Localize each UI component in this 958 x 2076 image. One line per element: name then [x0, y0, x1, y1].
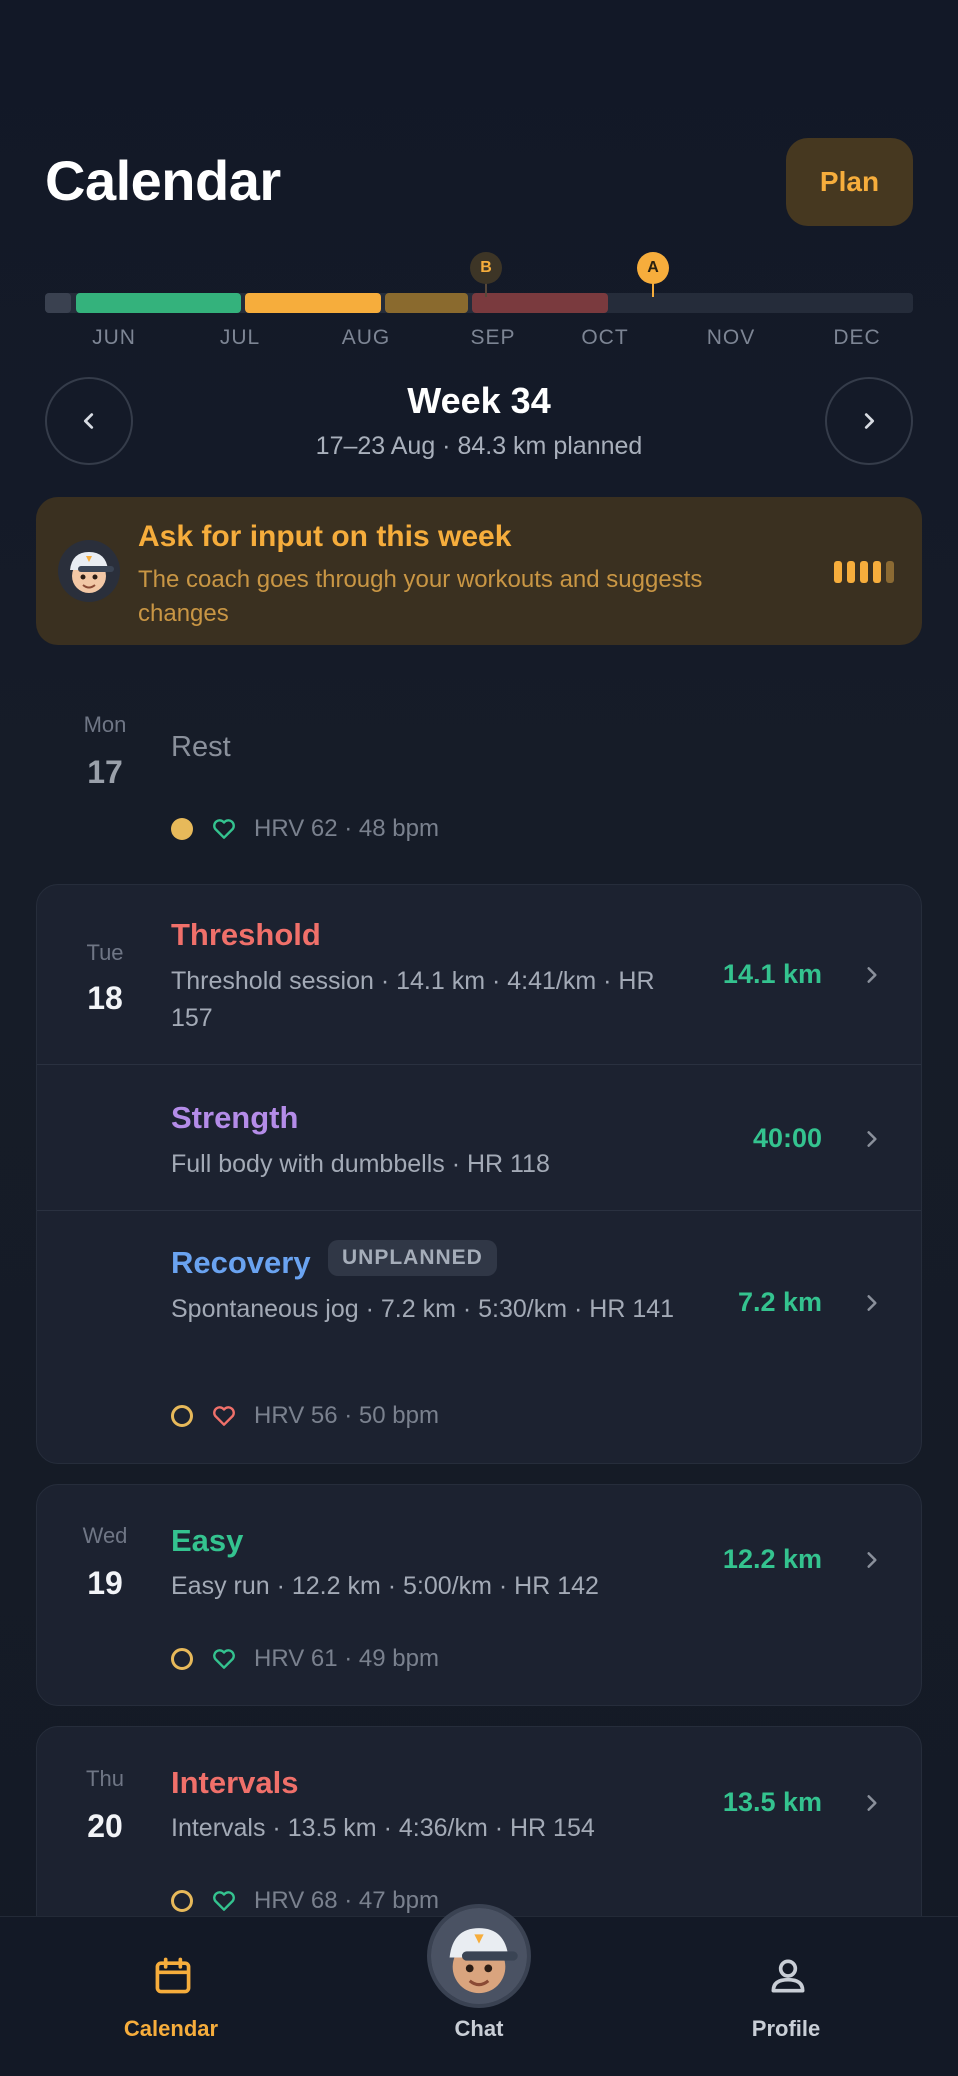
coach-card-title: Ask for input on this week: [138, 520, 512, 553]
chevron-right-icon: [867, 1552, 877, 1568]
page-title: Calendar: [45, 149, 281, 212]
readiness-dot: [171, 1890, 193, 1912]
hrv-reading: HRV 68 · 47 bpm: [254, 1887, 439, 1914]
week-title: Week 34: [407, 380, 551, 421]
workout-distance: 13.5 km: [722, 1787, 822, 1817]
coach-card-body: The coach goes through your workouts and…: [138, 566, 703, 627]
hrv-reading: HRV 62 · 48 bpm: [254, 815, 439, 842]
chevron-right-icon: [867, 1795, 877, 1811]
month-label: AUG: [341, 326, 391, 349]
day-number: 20: [87, 1808, 123, 1844]
race-marker-b[interactable]: B: [470, 252, 502, 284]
timeline-segment-aug: [385, 293, 468, 313]
day-name: Mon: [83, 712, 127, 737]
month-label: JUN: [92, 326, 136, 349]
day-number: 17: [87, 754, 123, 790]
workout-title: Easy: [171, 1523, 244, 1558]
hrv-reading: HRV 56 · 50 bpm: [254, 1402, 439, 1429]
readiness-dot: [171, 1648, 193, 1670]
coach-avatar: [58, 540, 120, 602]
chevron-right-icon: [864, 413, 875, 429]
month-label: SEP: [470, 326, 516, 349]
heart-icon: [213, 1649, 235, 1669]
timeline-segment-jul: [245, 293, 381, 313]
nav-label-profile: Profile: [751, 2016, 821, 2041]
workout-description: Spontaneous jog · 7.2 km · 5:30/km · HR …: [171, 1295, 675, 1323]
unplanned-badge: UNPLANNED: [328, 1240, 497, 1276]
month-label: OCT: [581, 326, 629, 349]
calendar-icon: [155, 1957, 191, 1994]
chat-coach-button[interactable]: [427, 1904, 531, 2008]
timeline-segment-start: [45, 293, 71, 313]
hrv-reading: HRV 61 · 49 bpm: [254, 1645, 439, 1672]
timeline-segment-jun: [76, 293, 241, 313]
day-number: 19: [87, 1565, 123, 1601]
workout-distance: 12.2 km: [722, 1544, 822, 1574]
nav-tab-profile[interactable]: Profile: [686, 1948, 886, 2058]
readiness-dot: [171, 1405, 193, 1427]
rest-label: Rest: [171, 731, 231, 763]
plan-button[interactable]: Plan: [786, 138, 913, 226]
workout-description: Full body with dumbbells · HR 118: [171, 1150, 550, 1178]
race-marker-a[interactable]: A: [637, 252, 669, 284]
month-label: DEC: [833, 326, 881, 349]
nav-label-chat[interactable]: Chat: [379, 2016, 579, 2042]
season-timeline[interactable]: B A: [45, 252, 913, 313]
coach-face-icon: [431, 1908, 527, 2004]
workout-description: Threshold session · 14.1 km · 4:41/km · …: [171, 967, 655, 1032]
week-subtitle: 17–23 Aug · 84.3 km planned: [315, 432, 643, 460]
heart-icon: [213, 819, 235, 839]
timeline-segment-sep: [472, 293, 608, 313]
nav-label-calendar: Calendar: [123, 2016, 219, 2041]
workout-title: Recovery: [171, 1245, 311, 1280]
day-name: Wed: [82, 1523, 128, 1548]
marker-a-stem: [652, 283, 654, 297]
workout-title: Strength: [171, 1100, 299, 1135]
workout-title: Intervals: [171, 1765, 299, 1800]
chevron-right-icon: [867, 1295, 877, 1311]
day-name: Thu: [86, 1766, 124, 1791]
readiness-dot: [171, 818, 193, 840]
chevron-right-icon: [867, 1131, 877, 1147]
month-label: JUL: [219, 326, 261, 349]
marker-b-stem: [485, 283, 487, 297]
heart-icon: [213, 1891, 235, 1911]
user-icon: [771, 1959, 805, 1993]
workout-duration: 40:00: [752, 1123, 822, 1153]
workout-distance: 7.2 km: [737, 1287, 822, 1317]
loading-bars-icon: [834, 561, 894, 583]
timeline-months: JUN JUL AUG SEP OCT NOV DEC: [45, 326, 913, 356]
workout-description: Easy run · 12.2 km · 5:00/km · HR 142: [171, 1572, 599, 1600]
chevron-right-icon: [867, 967, 877, 983]
workout-description: Intervals · 13.5 km · 4:36/km · HR 154: [171, 1814, 595, 1842]
workout-title: Threshold: [171, 917, 321, 952]
workout-distance: 14.1 km: [722, 959, 822, 989]
next-week-button[interactable]: [825, 377, 913, 465]
nav-tab-calendar[interactable]: Calendar: [71, 1948, 271, 2058]
month-label: NOV: [706, 326, 756, 349]
heart-icon: [213, 1406, 235, 1426]
coach-face-icon: [70, 552, 114, 593]
